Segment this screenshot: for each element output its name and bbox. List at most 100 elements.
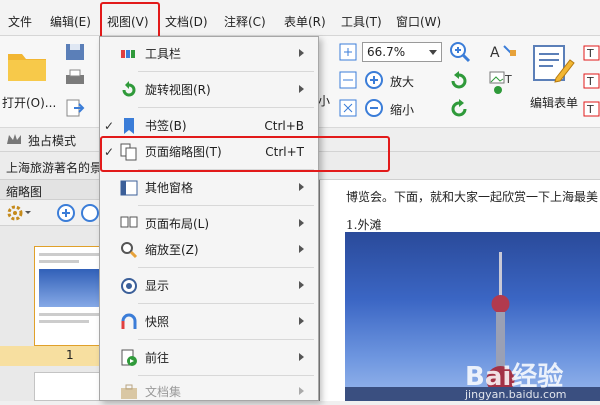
document-heading: 1.外滩 bbox=[346, 218, 382, 232]
eye-icon bbox=[120, 277, 138, 295]
submenu-arrow-icon bbox=[299, 49, 304, 57]
menu-item-label: 缩放至(Z) bbox=[145, 243, 199, 257]
page-thumbnail[interactable] bbox=[34, 372, 104, 401]
document-text-line: 博览会。下面，就和大家一起欣赏一下上海最美 bbox=[346, 190, 599, 204]
menu-separator bbox=[138, 205, 314, 206]
svg-text:T: T bbox=[586, 47, 594, 60]
submenu-arrow-icon bbox=[299, 85, 304, 93]
thumbnail-text-line bbox=[39, 320, 89, 323]
actual-size-icon[interactable] bbox=[338, 98, 358, 121]
export-icon[interactable] bbox=[64, 98, 86, 121]
menu-bar: 文件 编辑(E) 视图(V) 文档(D) 注释(C) 表单(R) 工具(T) 窗… bbox=[0, 0, 600, 36]
watermark-url: jingyan.baidu.com bbox=[465, 388, 567, 401]
menu-item-document-collection: 文档集 bbox=[100, 379, 318, 405]
menu-item-other-panes[interactable]: 其他窗格 bbox=[100, 175, 318, 201]
menu-edit[interactable]: 编辑(E) bbox=[50, 0, 91, 36]
magnifier-icon bbox=[120, 241, 138, 259]
zoom-in-thumbnail-icon[interactable] bbox=[56, 203, 76, 226]
menu-window[interactable]: 窗口(W) bbox=[396, 0, 441, 36]
text-tool-icon[interactable]: T T T bbox=[583, 44, 600, 123]
exclusive-mode-button[interactable]: 独占模式 bbox=[28, 132, 76, 149]
thumbnail-text-line bbox=[39, 313, 99, 316]
menu-item-rotate-view[interactable]: 旋转视图(R) bbox=[100, 77, 318, 103]
menu-item-label: 前往 bbox=[145, 351, 170, 365]
oriental-pearl-tower-photo: Bai经验 jingyan.baidu.com bbox=[345, 232, 600, 401]
menu-item-zoom-to[interactable]: 缩放至(Z) bbox=[100, 237, 318, 263]
thumbnail-pane-header: 缩略图 bbox=[0, 180, 105, 200]
submenu-arrow-icon bbox=[299, 183, 304, 191]
save-icon[interactable] bbox=[64, 42, 86, 65]
menu-tools[interactable]: 工具(T) bbox=[341, 0, 382, 36]
rotate-right-icon[interactable] bbox=[448, 98, 470, 123]
thumbnail-photo bbox=[39, 269, 99, 307]
menu-item-label: 快照 bbox=[145, 315, 170, 329]
svg-text:A: A bbox=[490, 45, 500, 61]
thumbnail-text-line bbox=[39, 253, 99, 256]
menu-item-label: 其他窗格 bbox=[145, 181, 194, 195]
zoom-out-thumbnail-icon[interactable] bbox=[80, 203, 100, 226]
menu-item-display[interactable]: 显示 bbox=[100, 273, 318, 299]
page-number: 1 bbox=[66, 348, 74, 362]
submenu-arrow-icon bbox=[299, 245, 304, 253]
menu-item-label: 页面布局(L) bbox=[145, 217, 210, 231]
rotate-left-icon[interactable] bbox=[448, 70, 470, 95]
menu-separator bbox=[138, 267, 314, 268]
chevron-down-icon bbox=[429, 50, 437, 55]
zoom-in-search-icon[interactable] bbox=[448, 40, 472, 67]
document-tab[interactable]: 上海旅游著名的景 bbox=[6, 159, 102, 176]
menu-separator bbox=[138, 71, 314, 72]
briefcase-icon bbox=[120, 383, 138, 401]
menu-item-label: 文档集 bbox=[145, 385, 182, 399]
go-to-icon bbox=[120, 349, 138, 367]
submenu-arrow-icon bbox=[299, 353, 304, 361]
zoom-in-label[interactable]: 放大 bbox=[390, 73, 414, 90]
edit-form-label[interactable]: 编辑表单 bbox=[530, 94, 578, 111]
panes-icon bbox=[120, 179, 138, 197]
zoom-select[interactable]: 66.7% bbox=[362, 42, 442, 62]
menu-item-go-to[interactable]: 前往 bbox=[100, 345, 318, 371]
bookmark-icon bbox=[120, 117, 138, 135]
zoom-out-icon[interactable] bbox=[364, 98, 384, 121]
crown-icon bbox=[6, 132, 22, 149]
print-icon[interactable] bbox=[64, 68, 86, 91]
page-number-bar: 1 bbox=[0, 346, 105, 366]
menu-item-toolbar[interactable]: 工具栏 bbox=[100, 41, 318, 67]
image-field-icon[interactable]: T bbox=[488, 70, 518, 99]
menu-comment[interactable]: 注释(C) bbox=[224, 0, 266, 36]
open-button[interactable]: 打开(O)... bbox=[2, 94, 56, 111]
zoom-value: 66.7% bbox=[367, 45, 406, 59]
snapshot-icon bbox=[120, 313, 138, 331]
folder-icon[interactable] bbox=[6, 44, 48, 87]
menu-item-snapshot[interactable]: 快照 bbox=[100, 309, 318, 335]
submenu-arrow-icon bbox=[299, 317, 304, 325]
thumbnail-pane-title: 缩略图 bbox=[6, 185, 43, 199]
zoom-out-label[interactable]: 缩小 bbox=[390, 101, 414, 118]
menu-form[interactable]: 表单(R) bbox=[284, 0, 326, 36]
menu-item-label: 旋转视图(R) bbox=[145, 83, 211, 97]
svg-text:T: T bbox=[504, 73, 512, 86]
small-label: 小 bbox=[318, 94, 331, 108]
menu-item-page-layout[interactable]: 页面布局(L) bbox=[100, 211, 318, 237]
edit-form-icon[interactable] bbox=[530, 42, 576, 89]
gear-icon[interactable] bbox=[6, 204, 32, 225]
rotate-icon bbox=[120, 81, 138, 99]
thumbnail-toolbar bbox=[0, 200, 105, 226]
zoom-in-icon[interactable] bbox=[364, 70, 384, 93]
menu-separator bbox=[138, 339, 314, 340]
svg-text:T: T bbox=[586, 103, 594, 116]
toolbar-icon bbox=[120, 45, 138, 63]
page-thumbnail-selected[interactable] bbox=[34, 246, 104, 346]
fit-width-icon[interactable] bbox=[338, 70, 358, 93]
submenu-arrow-icon bbox=[299, 281, 304, 289]
menu-document[interactable]: 文档(D) bbox=[165, 0, 208, 36]
menu-file[interactable]: 文件 bbox=[8, 0, 32, 36]
menu-item-label: 工具栏 bbox=[145, 47, 182, 61]
thumbnails-item-highlight bbox=[100, 136, 390, 172]
submenu-arrow-icon bbox=[299, 387, 304, 395]
text-field-icon[interactable]: A bbox=[488, 42, 518, 65]
menu-separator bbox=[138, 303, 314, 304]
view-menu-dropdown: 工具栏 旋转视图(R) ✓ 书签(B) Ctrl+B ✓ 页面缩略图(T) Ct… bbox=[99, 36, 319, 401]
fit-page-icon[interactable] bbox=[338, 42, 358, 65]
menu-separator bbox=[138, 107, 314, 108]
submenu-arrow-icon bbox=[299, 219, 304, 227]
